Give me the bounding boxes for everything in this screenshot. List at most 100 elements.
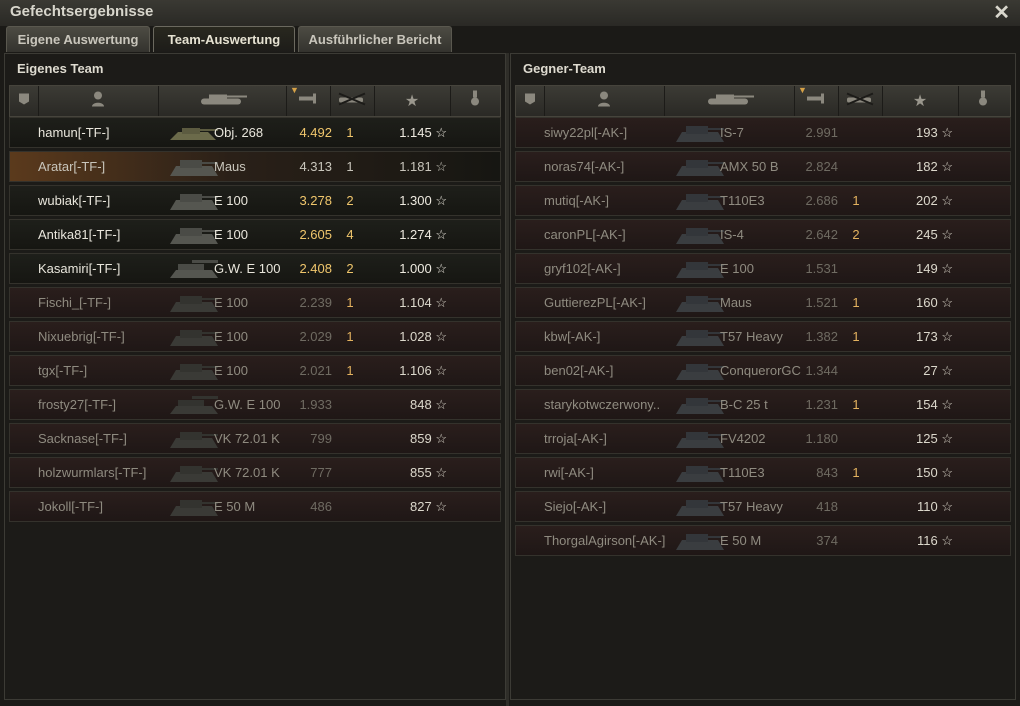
tank-name: Maus [214,159,246,174]
experience-value: 150 ☆ [916,465,953,480]
player-row[interactable]: trroja[-AK-] FV4202 1.180 125 ☆ [515,423,1011,454]
player-row[interactable]: Fischi_[-TF-] E 100 2.239 1 1.104 ☆ [9,287,501,318]
player-name: trroja[-AK-] [544,431,607,446]
damage-value: 2.029 [299,329,332,344]
tank-name: FV4202 [720,431,766,446]
player-row[interactable]: mutiq[-AK-] T110E3 2.686 1 202 ☆ [515,185,1011,216]
tank-name: AMX 50 B [720,159,779,174]
player-row[interactable]: Sacknase[-TF-] VK 72.01 K 799 859 ☆ [9,423,501,454]
experience-value: 27 ☆ [923,363,953,378]
experience-value: 1.104 ☆ [399,295,447,310]
tank-icon [168,290,220,316]
experience-column[interactable]: ★ [882,86,959,116]
player-row[interactable]: Kasamiri[-TF-] G.W. E 100 2.408 2 1.000 … [9,253,501,284]
player-name: GuttierezPL[-AK-] [544,295,646,310]
player-name: tgx[-TF-] [38,363,88,378]
damage-value: 2.239 [299,295,332,310]
player-row[interactable]: GuttierezPL[-AK-] Maus 1.521 1 160 ☆ [515,287,1011,318]
tank-icon [168,120,220,146]
player-row[interactable]: rwi[-AK-] T110E3 843 1 150 ☆ [515,457,1011,488]
squad-column[interactable] [10,86,39,116]
damage-value: 2.686 [805,193,838,208]
damage-value: 486 [310,499,332,514]
tank-name: VK 72.01 K [214,465,280,480]
player-name: starykotwczerwony.. [544,397,661,412]
player-name: Sacknase[-TF-] [38,431,127,446]
experience-value: 1.300 ☆ [399,193,447,208]
medal-icon [470,90,480,112]
damage-value: 2.991 [805,125,838,140]
player-row[interactable]: wubiak[-TF-] E 100 3.278 2 1.300 ☆ [9,185,501,216]
player-row[interactable]: starykotwczerwony.. B-C 25 t 1.231 1 154… [515,389,1011,420]
player-row[interactable]: gryf102[-AK-] E 100 1.531 149 ☆ [515,253,1011,284]
damage-value: 3.278 [299,193,332,208]
frags-value: 1 [852,295,860,310]
player-row[interactable]: Siejo[-AK-] T57 Heavy 418 110 ☆ [515,491,1011,522]
medal-icon [978,90,988,112]
tab-ausfuehrlicher-bericht[interactable]: Ausführlicher Bericht [298,26,452,52]
tab-eigene-auswertung[interactable]: Eigene Auswertung [6,26,150,52]
player-column[interactable] [38,86,159,116]
medal-column[interactable] [958,86,1008,116]
tank-name: E 50 M [214,499,256,514]
close-icon[interactable]: ✕ [993,0,1010,25]
experience-star-icon: ★ [912,93,928,110]
frags-value: 1 [346,159,354,174]
player-row[interactable]: Antika81[-TF-] E 100 2.605 4 1.274 ☆ [9,219,501,250]
experience-value: 245 ☆ [916,227,953,242]
experience-star-icon: ★ [404,93,420,110]
experience-value: 1.145 ☆ [399,125,447,140]
experience-value: 154 ☆ [916,397,953,412]
damage-value: 777 [310,465,332,480]
tank-icon [674,222,726,248]
frags-value: 4 [346,227,354,242]
tank-name: E 100 [720,261,754,276]
player-row[interactable]: hamun[-TF-] Obj. 268 4.492 1 1.145 ☆ [9,117,501,148]
player-name: Siejo[-AK-] [544,499,607,514]
player-name: Kasamiri[-TF-] [38,261,121,276]
player-row[interactable]: noras74[-AK-] AMX 50 B 2.824 182 ☆ [515,151,1011,182]
player-row-self[interactable]: Aratar[-TF-] Maus 4.313 1 1.181 ☆ [9,151,501,182]
experience-value: 827 ☆ [410,499,447,514]
frags-value: 1 [346,295,354,310]
damage-column[interactable]: ▼ [286,85,331,116]
player-name: Antika81[-TF-] [38,227,121,242]
player-row[interactable]: caronPL[-AK-] IS-4 2.642 2 245 ☆ [515,219,1011,250]
tank-name: B-C 25 t [720,397,768,412]
player-row[interactable]: ben02[-AK-] ConquerorGC 1.344 27 ☆ [515,355,1011,386]
player-icon [91,91,105,112]
tank-column[interactable] [158,86,287,116]
medal-column[interactable] [450,86,500,116]
enemy-team-panel: Gegner-Team ▼ ★ siwy22pl[-AK-] IS-7 2.99… [510,53,1016,700]
frags-column[interactable] [838,86,883,116]
tank-icon [674,528,726,554]
frags-icon [843,92,877,111]
player-row[interactable]: siwy22pl[-AK-] IS-7 2.991 193 ☆ [515,117,1011,148]
player-row[interactable]: ThorgalAgirson[-AK-] E 50 M 374 116 ☆ [515,525,1011,556]
tank-name: Obj. 268 [214,125,264,140]
player-name: kbw[-AK-] [544,329,601,344]
player-row[interactable]: Nixuebrig[-TF-] E 100 2.029 1 1.028 ☆ [9,321,501,352]
player-row[interactable]: holzwurmlars[-TF-] VK 72.01 K 777 855 ☆ [9,457,501,488]
experience-value: 1.028 ☆ [399,329,447,344]
player-column[interactable] [544,86,665,116]
frags-column[interactable] [330,86,375,116]
tank-column[interactable] [664,86,795,116]
damage-value: 843 [816,465,838,480]
player-row[interactable]: frosty27[-TF-] G.W. E 100 1.933 848 ☆ [9,389,501,420]
player-row[interactable]: kbw[-AK-] T57 Heavy 1.382 1 173 ☆ [515,321,1011,352]
experience-column[interactable]: ★ [374,86,451,116]
damage-column[interactable]: ▼ [794,85,839,116]
tank-icon [168,460,220,486]
tank-name: IS-7 [720,125,744,140]
window-title: Gefechtsergebnisse [10,3,154,20]
squad-column[interactable] [516,86,545,116]
tank-name: T57 Heavy [720,329,783,344]
tank-icon [168,154,220,180]
player-row[interactable]: tgx[-TF-] E 100 2.021 1 1.106 ☆ [9,355,501,386]
damage-value: 1.933 [299,397,332,412]
experience-value: 160 ☆ [916,295,953,310]
frags-value: 1 [346,329,354,344]
tab-team-auswertung[interactable]: Team-Auswertung [153,26,295,52]
player-row[interactable]: Jokoll[-TF-] E 50 M 486 827 ☆ [9,491,501,522]
